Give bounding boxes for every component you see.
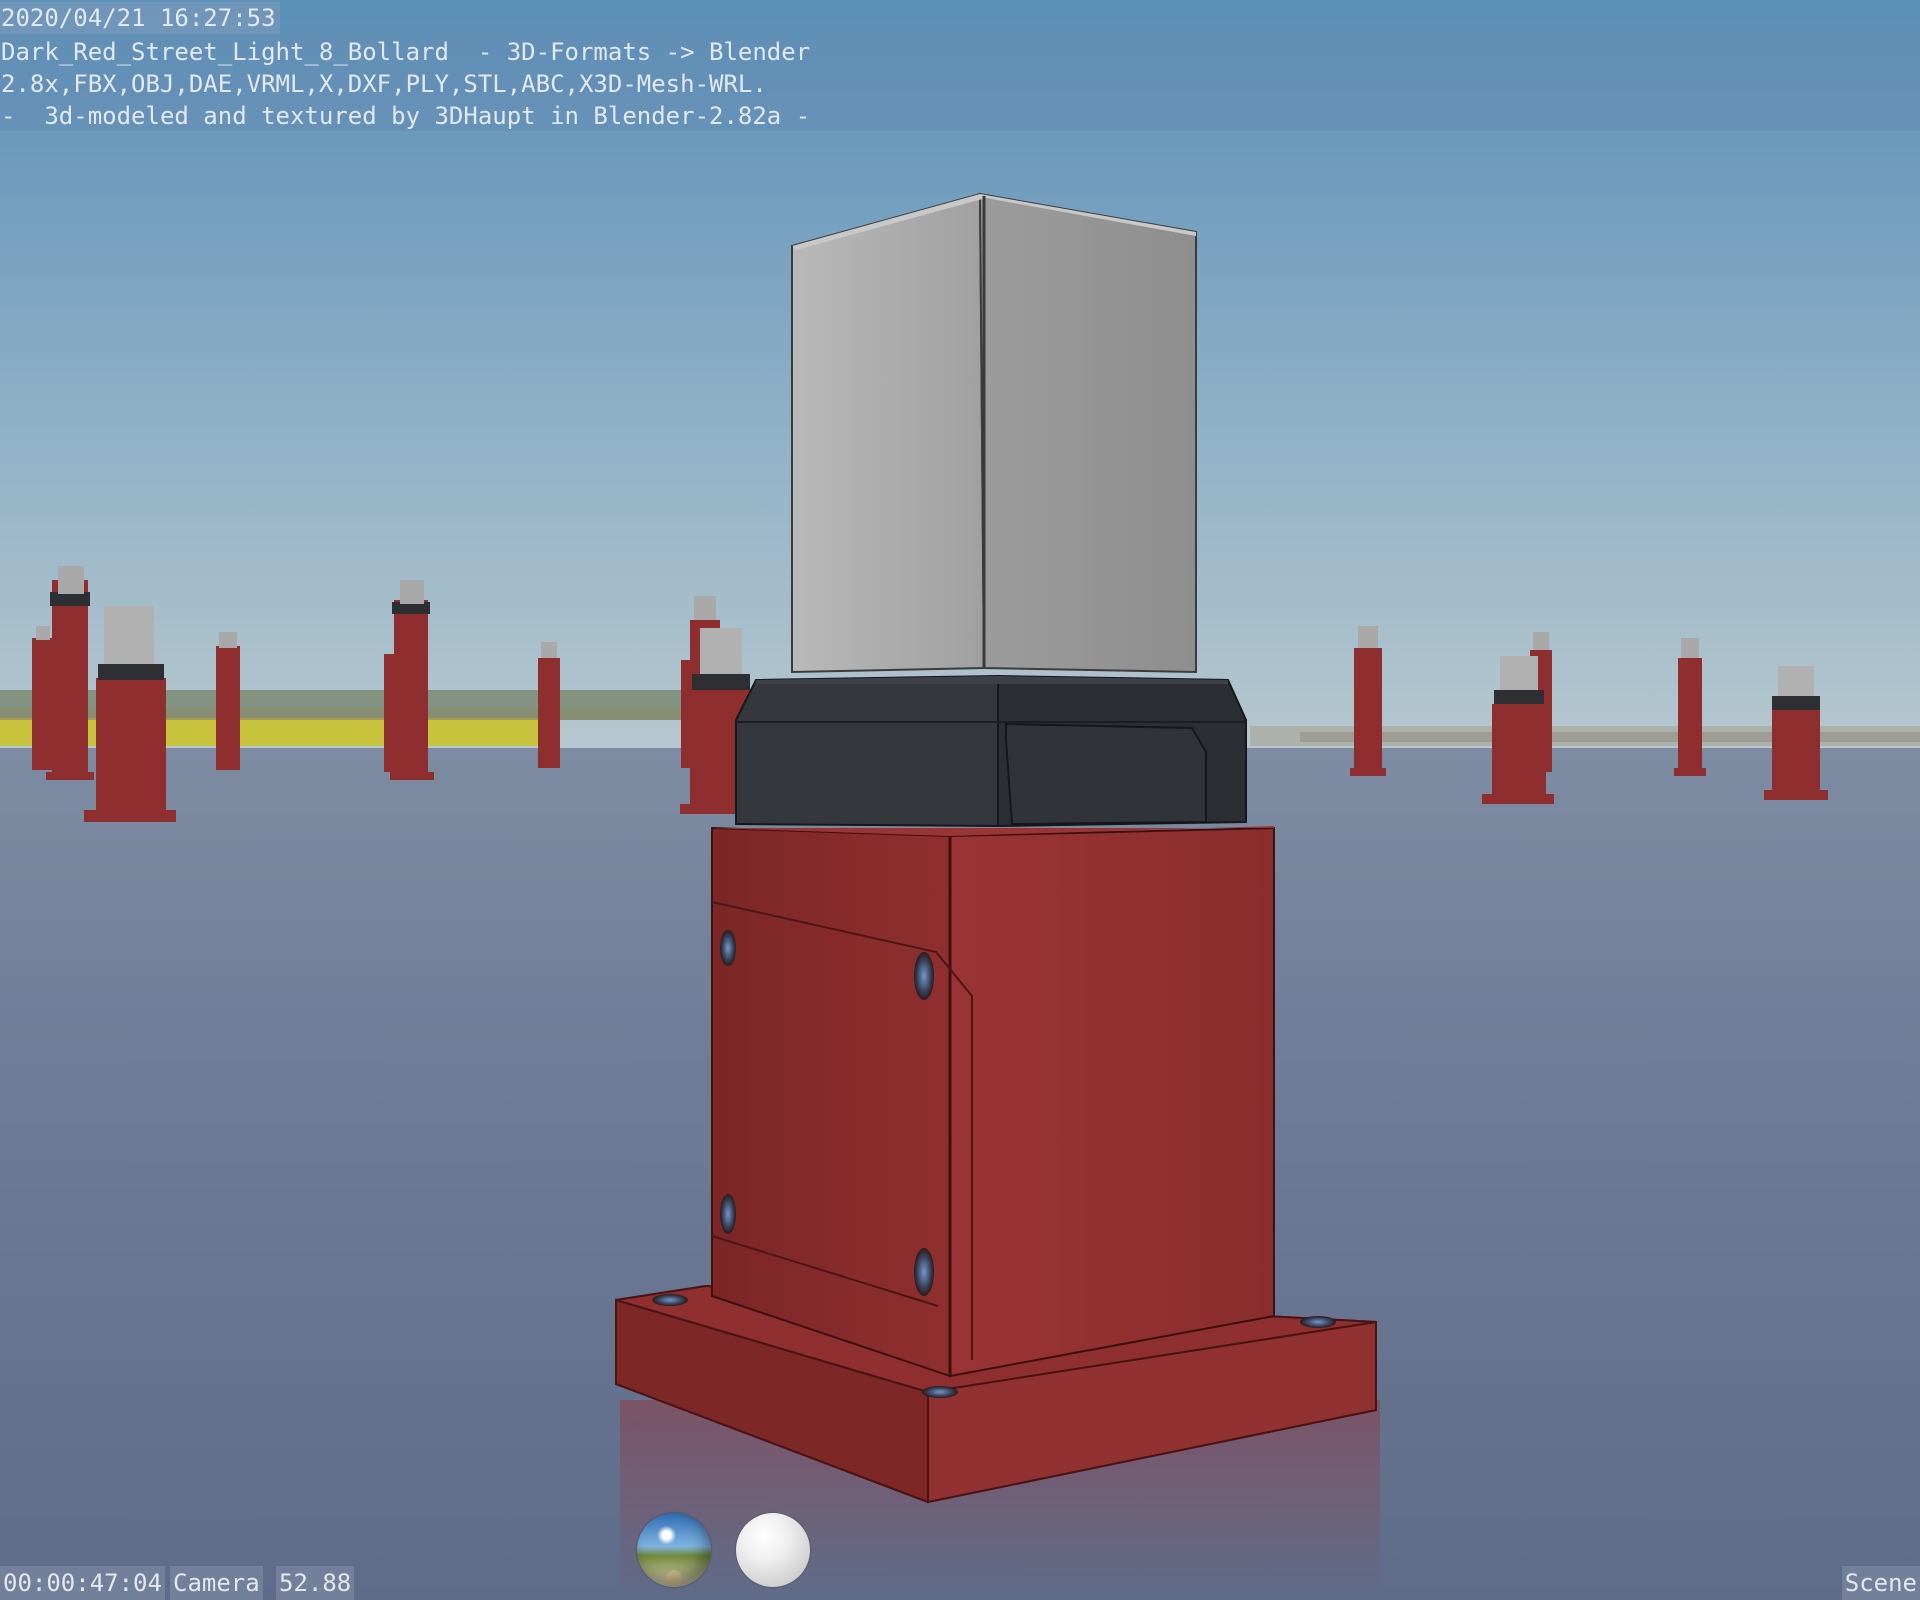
camera-name: Camera — [170, 1566, 263, 1600]
lens-value: 52.88 — [276, 1566, 355, 1600]
scene-render — [0, 0, 1920, 1600]
frame-timecode: 00:00:47:04 — [0, 1566, 165, 1600]
model-title-text: Dark_Red_Street_Light_8_Bollard - 3D-For… — [1, 38, 811, 66]
scene-name: Scene — [1841, 1566, 1920, 1600]
hdri-sphere-icon[interactable] — [637, 1513, 711, 1587]
formats-text: 2.8x,FBX,OBJ,DAE,VRML,X,DXF,PLY,STL,ABC,… — [1, 70, 767, 98]
info-overlay: Dark_Red_Street_Light_8_Bollard - 3D-For… — [0, 34, 1920, 131]
credit-text: - 3d-modeled and textured by 3DHaupt in … — [1, 102, 811, 130]
timestamp-overlay: 2020/04/21 16:27:53 — [0, 2, 280, 34]
3d-viewport[interactable]: 2020/04/21 16:27:53 Dark_Red_Street_Ligh… — [0, 0, 1920, 1600]
matcap-sphere-icon[interactable] — [736, 1513, 810, 1587]
